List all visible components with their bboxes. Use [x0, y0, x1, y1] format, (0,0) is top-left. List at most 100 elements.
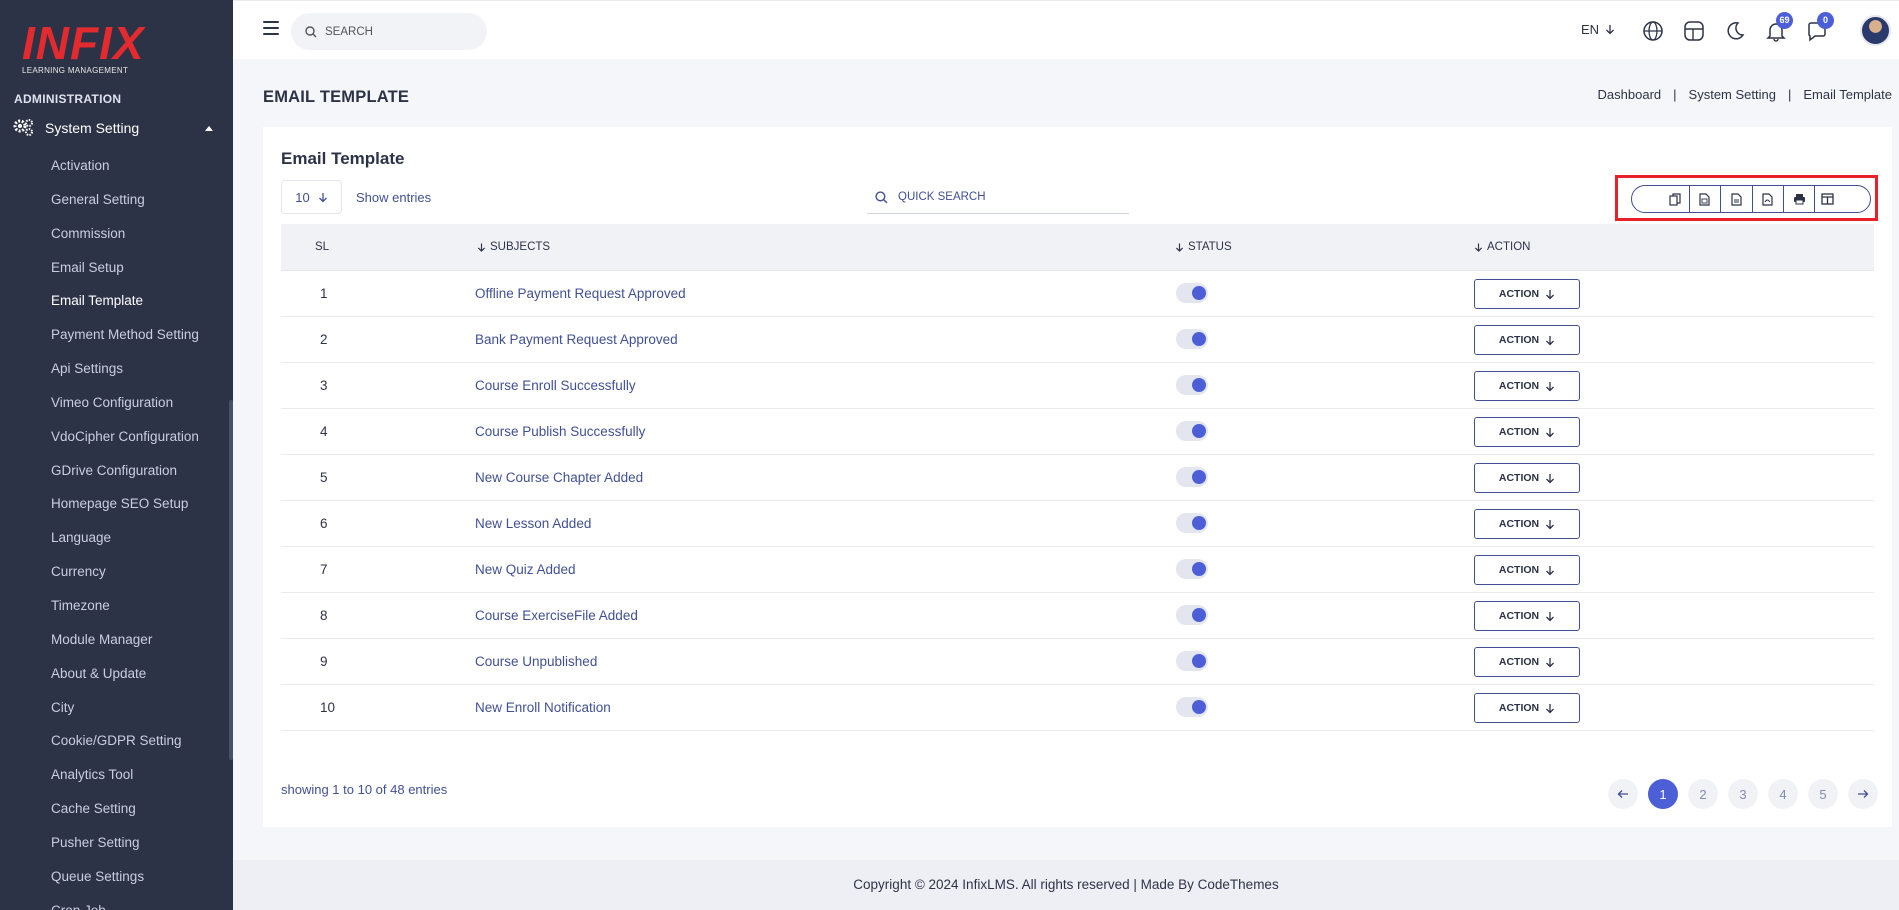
row-sl: 5 — [320, 470, 328, 485]
quick-search-input[interactable] — [898, 191, 1098, 203]
card-title: Email Template — [281, 149, 405, 168]
sidebar-item-api-settings[interactable]: Api Settings — [0, 352, 233, 386]
breadcrumb-dashboard[interactable]: Dashboard — [1598, 87, 1662, 102]
page-button-3[interactable]: 3 — [1728, 779, 1758, 809]
sidebar-item-vdocipher-configuration[interactable]: VdoCipher Configuration — [0, 420, 233, 454]
column-action[interactable]: ACTION — [1474, 241, 1530, 253]
toggle-knob — [1192, 286, 1206, 300]
sidebar-item-cache-setting[interactable]: Cache Setting — [0, 792, 233, 826]
sidebar-item-general-setting[interactable]: General Setting — [0, 183, 233, 217]
status-toggle[interactable] — [1176, 651, 1208, 671]
action-button[interactable]: ACTION — [1474, 555, 1580, 585]
breadcrumb-system-setting[interactable]: System Setting — [1689, 87, 1776, 102]
action-button[interactable]: ACTION — [1474, 463, 1580, 493]
status-toggle[interactable] — [1176, 283, 1208, 303]
sidebar-item-about-update[interactable]: About & Update — [0, 657, 233, 691]
export-highlight-box — [1615, 175, 1878, 221]
arrow-left-icon — [1617, 790, 1628, 798]
status-toggle[interactable] — [1176, 329, 1208, 349]
column-sl[interactable]: SL — [315, 241, 329, 253]
sidebar-item-module-manager[interactable]: Module Manager — [0, 623, 233, 657]
status-toggle[interactable] — [1176, 375, 1208, 395]
action-button[interactable]: ACTION — [1474, 601, 1580, 631]
sidebar-item-analytics-tool[interactable]: Analytics Tool — [0, 758, 233, 792]
sidebar-item-city[interactable]: City — [0, 691, 233, 725]
topbar: EN 69 0 — [233, 0, 1899, 59]
sidebar-item-commission[interactable]: Commission — [0, 217, 233, 251]
toggle-knob — [1192, 562, 1206, 576]
page-length-select[interactable]: 10 — [281, 180, 342, 214]
avatar[interactable] — [1860, 15, 1891, 46]
arrow-down-icon — [1606, 25, 1615, 35]
language-select[interactable]: EN — [1581, 22, 1615, 37]
action-button[interactable]: ACTION — [1474, 279, 1580, 309]
action-button[interactable]: ACTION — [1474, 647, 1580, 677]
status-toggle[interactable] — [1176, 605, 1208, 625]
action-button[interactable]: ACTION — [1474, 417, 1580, 447]
status-toggle[interactable] — [1176, 467, 1208, 487]
caret-up-icon — [205, 125, 213, 131]
action-button[interactable]: ACTION — [1474, 371, 1580, 401]
messages-button[interactable]: 0 — [1806, 12, 1834, 42]
moon-icon[interactable] — [1724, 20, 1746, 42]
action-label: ACTION — [1498, 564, 1540, 576]
toggle-knob — [1192, 470, 1206, 484]
hamburger-icon[interactable] — [263, 21, 279, 35]
status-toggle[interactable] — [1176, 559, 1208, 579]
sidebar-section-heading: ADMINISTRATION — [14, 92, 122, 106]
row-sl: 6 — [320, 516, 328, 531]
column-subjects[interactable]: SUBJECTS — [477, 241, 550, 253]
page-button-2[interactable]: 2 — [1688, 779, 1718, 809]
arrow-down-icon — [1546, 381, 1555, 391]
arrow-down-icon — [1546, 289, 1555, 299]
sidebar-item-homepage-seo-setup[interactable]: Homepage SEO Setup — [0, 487, 233, 521]
sidebar-item-activation[interactable]: Activation — [0, 149, 233, 183]
breadcrumb-separator: | — [1787, 87, 1792, 102]
quick-search[interactable] — [867, 181, 1129, 214]
prev-page-button[interactable] — [1608, 779, 1638, 809]
table-row: 8 Course ExerciseFile Added ACTION — [281, 593, 1874, 639]
column-status[interactable]: STATUS — [1175, 241, 1232, 253]
sidebar-item-email-setup[interactable]: Email Setup — [0, 251, 233, 285]
top-search-input[interactable] — [325, 25, 475, 38]
sidebar-item-cron-job[interactable]: Cron Job — [0, 894, 233, 910]
status-toggle[interactable] — [1176, 697, 1208, 717]
messages-badge: 0 — [1817, 12, 1834, 29]
row-sl: 9 — [320, 654, 328, 669]
status-toggle[interactable] — [1176, 513, 1208, 533]
table-row: 5 New Course Chapter Added ACTION — [281, 455, 1874, 501]
sidebar-group-system-setting[interactable]: System Setting — [13, 116, 213, 140]
sort-arrow-icon — [477, 242, 486, 252]
sidebar-scrollbar[interactable] — [229, 400, 233, 760]
action-button[interactable]: ACTION — [1474, 509, 1580, 539]
sidebar-item-currency[interactable]: Currency — [0, 555, 233, 589]
action-button[interactable]: ACTION — [1474, 693, 1580, 723]
breadcrumb-email-template[interactable]: Email Template — [1803, 87, 1892, 102]
globe-icon[interactable] — [1642, 20, 1664, 42]
sidebar-item-email-template[interactable]: Email Template — [0, 284, 233, 318]
table-header: SL SUBJECTS STATUS ACTION — [281, 224, 1874, 271]
action-button[interactable]: ACTION — [1474, 325, 1580, 355]
row-sl: 7 — [320, 562, 328, 577]
notifications-button[interactable]: 69 — [1765, 12, 1793, 42]
table-row: 4 Course Publish Successfully ACTION — [281, 409, 1874, 455]
sidebar-item-gdrive-configuration[interactable]: GDrive Configuration — [0, 454, 233, 488]
row-sl: 10 — [320, 700, 336, 715]
next-page-button[interactable] — [1848, 779, 1878, 809]
page-button-4[interactable]: 4 — [1768, 779, 1798, 809]
sidebar-item-language[interactable]: Language — [0, 521, 233, 555]
page-button-1[interactable]: 1 — [1648, 779, 1678, 809]
row-subject: Offline Payment Request Approved — [475, 286, 686, 301]
sidebar-item-cookie-gdpr-setting[interactable]: Cookie/GDPR Setting — [0, 724, 233, 758]
arrow-right-icon — [1858, 790, 1869, 798]
status-toggle[interactable] — [1176, 421, 1208, 441]
sidebar-item-timezone[interactable]: Timezone — [0, 589, 233, 623]
sidebar-item-pusher-setting[interactable]: Pusher Setting — [0, 826, 233, 860]
layout-icon[interactable] — [1683, 20, 1705, 42]
page-button-5[interactable]: 5 — [1808, 779, 1838, 809]
sidebar-item-vimeo-configuration[interactable]: Vimeo Configuration — [0, 386, 233, 420]
top-search[interactable] — [291, 13, 487, 50]
sidebar-item-payment-method-setting[interactable]: Payment Method Setting — [0, 318, 233, 352]
sidebar-item-queue-settings[interactable]: Queue Settings — [0, 860, 233, 894]
logo[interactable]: INFIX LEARNING MANAGEMENT — [22, 20, 145, 75]
